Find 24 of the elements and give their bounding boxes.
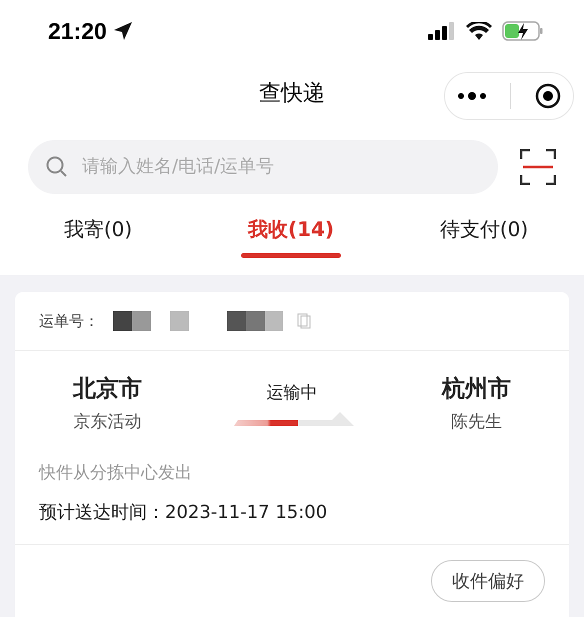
search-icon xyxy=(46,156,68,178)
location-arrow-icon xyxy=(112,21,133,42)
scan-icon[interactable] xyxy=(520,148,556,185)
sender-name: 京东活动 xyxy=(73,411,142,434)
origin-city: 北京市 xyxy=(72,375,142,404)
tab[interactable]: 待支付(0) xyxy=(434,216,534,276)
close-icon[interactable] xyxy=(535,83,562,110)
waybill-label: 运单号： xyxy=(39,312,99,331)
status-time: 21:20 xyxy=(48,18,107,45)
page-title: 查快递 xyxy=(259,80,325,108)
more-icon[interactable] xyxy=(456,91,487,102)
battery-charging-icon xyxy=(502,21,544,42)
shipping-status: 运输中 xyxy=(266,382,318,404)
delivery-preference-button[interactable]: 收件偏好 xyxy=(431,560,545,602)
tab[interactable]: 我收(14) xyxy=(241,216,341,276)
recipient-name: 陈先生 xyxy=(451,411,502,434)
signal-icon xyxy=(428,22,456,40)
latest-update: 快件从分拣中心发出 xyxy=(39,462,193,484)
wifi-icon xyxy=(466,22,492,40)
estimated-delivery: 预计送达时间：2023-11-17 15:00 xyxy=(39,501,328,524)
destination-city: 杭州市 xyxy=(442,375,512,404)
shipment-card[interactable]: 运单号： 北京市 京东活动 运输中 杭州市 陈先生 快件从分拣中心发出 预计送达时间：2023-11-17 15:00 收件偏好 xyxy=(15,292,569,617)
search-field[interactable]: 请输入姓名/电话/运单号 xyxy=(28,140,498,194)
tab[interactable]: 我寄(0) xyxy=(48,216,148,276)
